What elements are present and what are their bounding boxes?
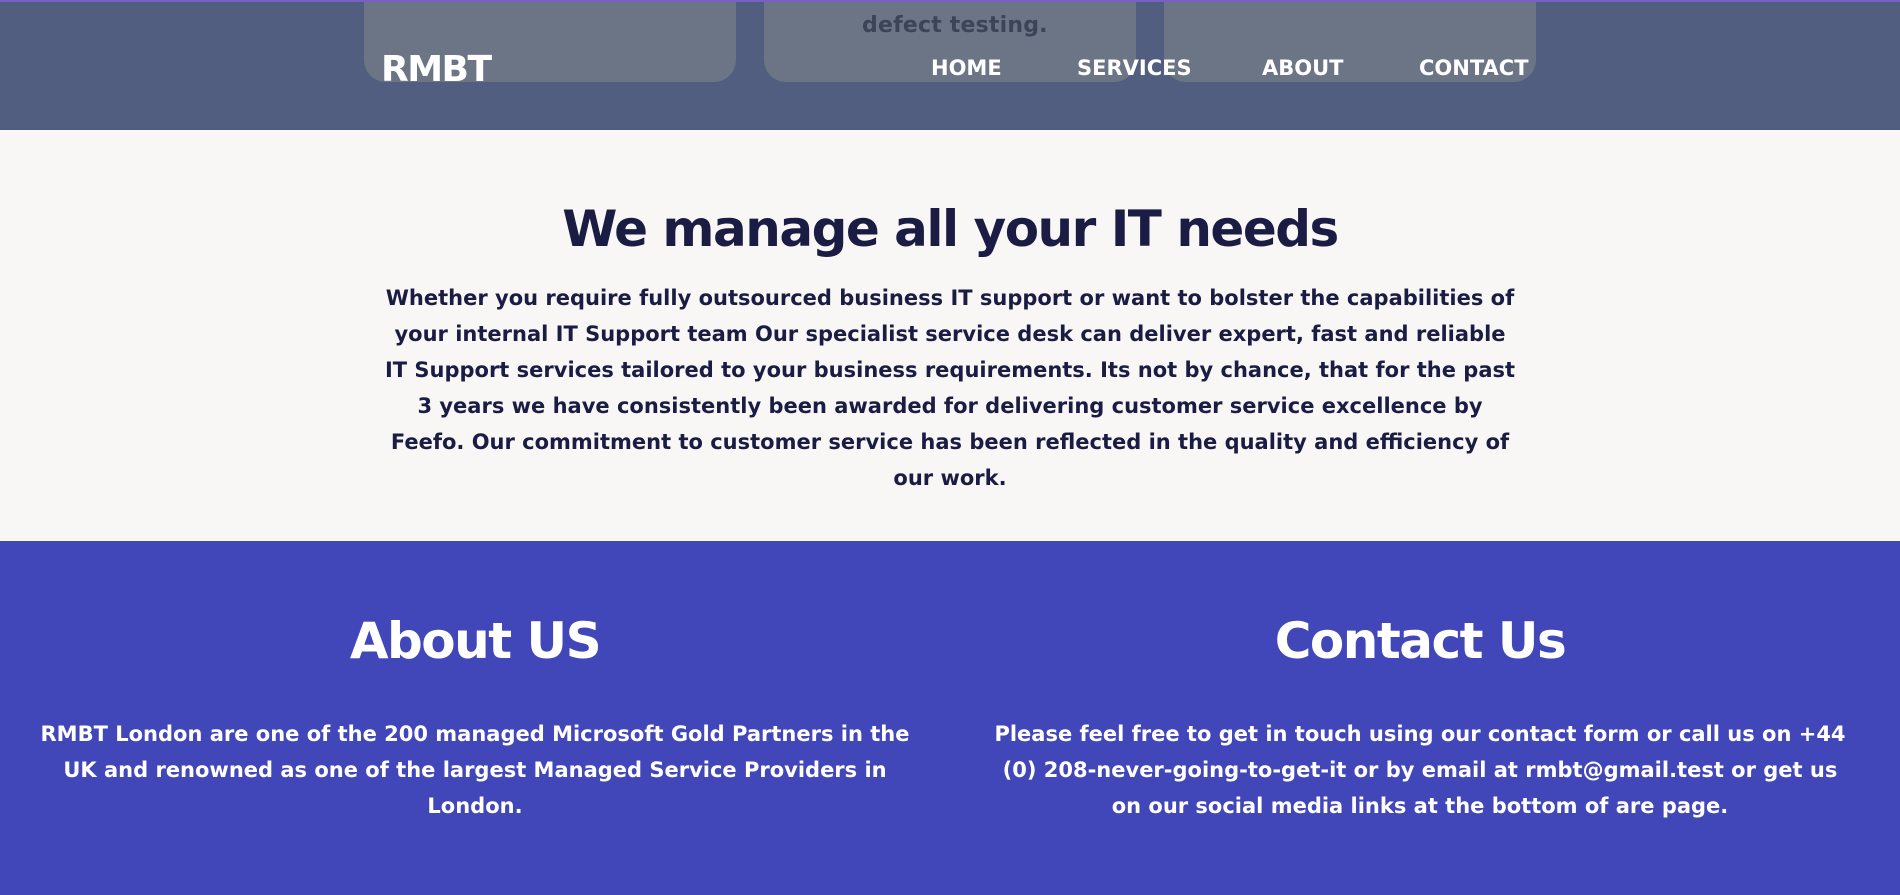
site-header: defect testing. RMBT HOME SERVICES ABOUT… [0,0,1900,130]
nav-contact-link[interactable]: CONTACT [1419,56,1529,80]
about-contact-section: About US RMBT London are one of the 200 … [0,541,1900,895]
nav-home-link[interactable]: HOME [931,56,1002,80]
background-card-text: defect testing. [862,13,1048,38]
main-nav: HOME SERVICES ABOUT CONTACT [0,56,1900,86]
nav-services-link[interactable]: SERVICES [1077,56,1192,80]
contact-column: Contact Us Please feel free to get in to… [985,541,1855,895]
about-paragraph: RMBT London are one of the 200 managed M… [40,722,910,818]
contact-paragraph: Please feel free to get in touch using o… [994,722,1846,818]
intro-heading: We manage all your IT needs [562,200,1339,258]
intro-section: We manage all your IT needs Whether you … [0,130,1900,541]
about-heading: About US [349,612,602,670]
about-column: About US RMBT London are one of the 200 … [40,541,910,895]
contact-heading: Contact Us [1274,612,1567,670]
nav-about-link[interactable]: ABOUT [1262,56,1344,80]
intro-paragraph: Whether you require fully outsourced bus… [384,286,1516,490]
